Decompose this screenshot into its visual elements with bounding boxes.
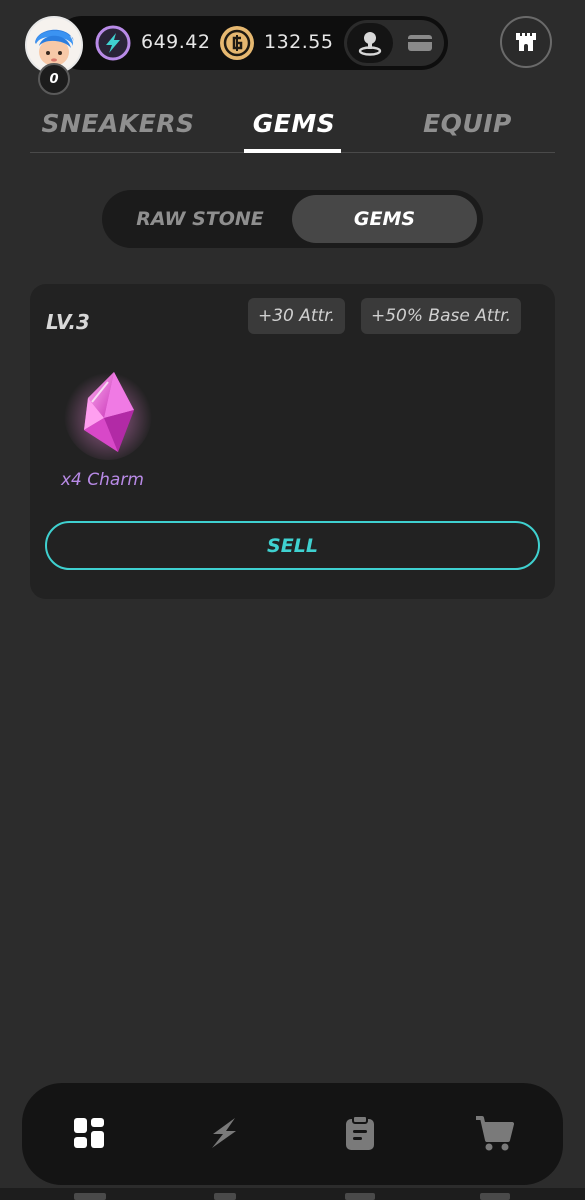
castle-icon[interactable] xyxy=(500,16,552,68)
tab-gems[interactable]: GEMS xyxy=(233,104,355,152)
active-tab-indicator xyxy=(244,149,341,153)
gmt-coin-icon xyxy=(219,25,255,61)
gem-type-segment: RAW STONE GEMS xyxy=(102,190,483,248)
segment-raw-stone[interactable]: RAW STONE xyxy=(108,195,292,243)
ghost-dashboard-icon xyxy=(74,1193,106,1200)
energy-value: 649.42 xyxy=(141,31,211,53)
gem-quantity-label: x4 Charm xyxy=(61,470,144,490)
gem-level: LV.3 xyxy=(46,310,90,334)
attr-chip: +30 Attr. xyxy=(248,298,346,334)
gmt-value: 132.55 xyxy=(264,31,334,53)
clipboard-icon[interactable] xyxy=(339,1112,381,1154)
ghost-lightning-icon xyxy=(214,1193,236,1200)
tab-equip[interactable]: EQUIP xyxy=(400,104,535,152)
charm-gem-icon[interactable] xyxy=(62,362,154,462)
segment-gems[interactable]: GEMS xyxy=(292,195,477,243)
wallet-card-icon[interactable] xyxy=(398,23,442,63)
main-tabs: SNEAKERS GEMS EQUIP xyxy=(30,104,555,154)
location-pin-icon[interactable] xyxy=(347,23,393,63)
base-attr-chip: +50% Base Attr. xyxy=(361,298,522,334)
lightning-icon[interactable] xyxy=(203,1112,245,1154)
dashboard-icon[interactable] xyxy=(68,1112,110,1154)
ghost-cart-icon xyxy=(480,1193,510,1200)
sell-button[interactable]: SELL xyxy=(45,521,540,570)
cart-icon[interactable] xyxy=(473,1112,515,1154)
energy-bolt-icon xyxy=(95,25,131,61)
tab-sneakers[interactable]: SNEAKERS xyxy=(30,104,206,152)
ghost-clipboard-icon xyxy=(345,1193,375,1200)
level-badge: 0 xyxy=(38,63,70,95)
